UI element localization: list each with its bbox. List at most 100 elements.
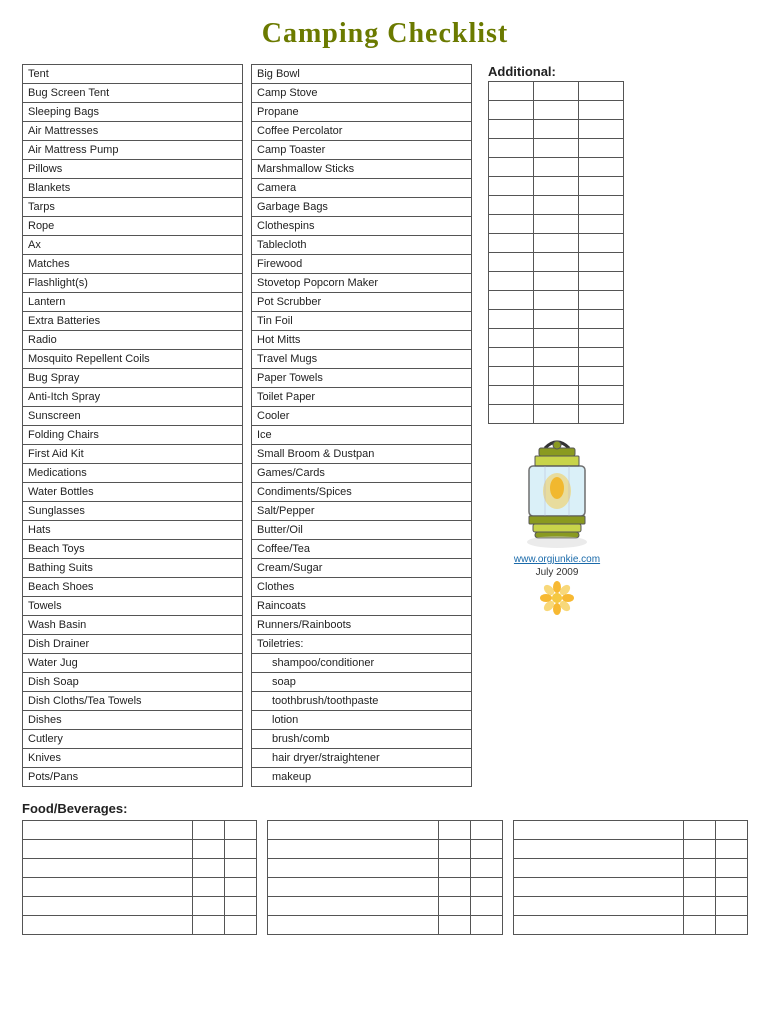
- additional-row: [489, 367, 624, 386]
- list-item: Bug Screen Tent: [23, 84, 243, 103]
- list-item: Small Broom & Dustpan: [252, 445, 472, 464]
- list-item: Camera: [252, 179, 472, 198]
- list-item: hair dryer/straightener: [252, 749, 472, 768]
- food-beverages-grid: [22, 820, 748, 935]
- list-item: Blankets: [23, 179, 243, 198]
- food-table-2: [267, 820, 502, 935]
- list-item: Beach Shoes: [23, 578, 243, 597]
- list-item: Coffee Percolator: [252, 122, 472, 141]
- list-item: Paper Towels: [252, 369, 472, 388]
- list-item: Wash Basin: [23, 616, 243, 635]
- list-item: Camp Stove: [252, 84, 472, 103]
- list-item: shampoo/conditioner: [252, 654, 472, 673]
- list-item: Toilet Paper: [252, 388, 472, 407]
- list-item: Tarps: [23, 198, 243, 217]
- list-item: Dishes: [23, 711, 243, 730]
- list-item: Knives: [23, 749, 243, 768]
- food-row: [268, 916, 502, 935]
- list-item: Games/Cards: [252, 464, 472, 483]
- list-item: Air Mattresses: [23, 122, 243, 141]
- list-item: Ax: [23, 236, 243, 255]
- additional-row: [489, 386, 624, 405]
- toiletries-label-row: Toiletries:: [252, 635, 472, 654]
- lantern-area: www.orgjunkie.com July 2009: [490, 430, 624, 616]
- lantern-icon: [507, 430, 607, 550]
- list-item: Sleeping Bags: [23, 103, 243, 122]
- website-link[interactable]: www.orgjunkie.com: [514, 554, 600, 565]
- additional-table: [488, 81, 624, 424]
- food-row: [23, 916, 257, 935]
- food-row: [23, 897, 257, 916]
- additional-row: [489, 253, 624, 272]
- list-item: Camp Toaster: [252, 141, 472, 160]
- additional-row: [489, 158, 624, 177]
- list-item: Folding Chairs: [23, 426, 243, 445]
- additional-row: [489, 272, 624, 291]
- list-item: Mosquito Repellent Coils: [23, 350, 243, 369]
- food-row: [23, 859, 257, 878]
- additional-row: [489, 101, 624, 120]
- list-item: Firewood: [252, 255, 472, 274]
- list-item: Travel Mugs: [252, 350, 472, 369]
- list-item: Ice: [252, 426, 472, 445]
- list-item: Towels: [23, 597, 243, 616]
- additional-row: [489, 291, 624, 310]
- food-row: [268, 840, 502, 859]
- list-item: Hot Mitts: [252, 331, 472, 350]
- list-item: Condiments/Spices: [252, 483, 472, 502]
- list-item: Lantern: [23, 293, 243, 312]
- list-item: Water Bottles: [23, 483, 243, 502]
- list-item: Bathing Suits: [23, 559, 243, 578]
- right-section: Additional:: [480, 64, 624, 616]
- list-item: Marshmallow Sticks: [252, 160, 472, 179]
- list-item: Sunscreen: [23, 407, 243, 426]
- main-grid: TentBug Screen TentSleeping BagsAir Matt…: [22, 64, 748, 787]
- page: Camping Checklist TentBug Screen TentSle…: [0, 0, 770, 953]
- list-item: Sunglasses: [23, 502, 243, 521]
- list-item: Tablecloth: [252, 236, 472, 255]
- list-item: Rope: [23, 217, 243, 236]
- list-item: First Aid Kit: [23, 445, 243, 464]
- col2-table: Big BowlCamp StovePropaneCoffee Percolat…: [251, 64, 472, 787]
- food-table-3: [513, 820, 748, 935]
- food-row: [268, 878, 502, 897]
- food-row: [513, 878, 747, 897]
- food-row: [23, 878, 257, 897]
- list-item: Garbage Bags: [252, 198, 472, 217]
- list-item: lotion: [252, 711, 472, 730]
- additional-row: [489, 215, 624, 234]
- additional-row: [489, 196, 624, 215]
- list-item: Tin Foil: [252, 312, 472, 331]
- list-item: Anti-Itch Spray: [23, 388, 243, 407]
- additional-row: [489, 348, 624, 367]
- list-item: Bug Spray: [23, 369, 243, 388]
- list-item: Pots/Pans: [23, 768, 243, 787]
- food-row: [513, 821, 747, 840]
- list-item: Radio: [23, 331, 243, 350]
- list-item: Cutlery: [23, 730, 243, 749]
- food-row: [513, 859, 747, 878]
- food-row: [268, 859, 502, 878]
- list-item: Dish Cloths/Tea Towels: [23, 692, 243, 711]
- list-item: Water Jug: [23, 654, 243, 673]
- col1-table: TentBug Screen TentSleeping BagsAir Matt…: [22, 64, 243, 787]
- list-item: Beach Toys: [23, 540, 243, 559]
- list-item: Big Bowl: [252, 65, 472, 84]
- list-item: Dish Drainer: [23, 635, 243, 654]
- page-title: Camping Checklist: [22, 18, 748, 50]
- additional-row: [489, 82, 624, 101]
- additional-row: [489, 329, 624, 348]
- list-item: Salt/Pepper: [252, 502, 472, 521]
- col2: Big BowlCamp StovePropaneCoffee Percolat…: [251, 64, 472, 787]
- list-item: Extra Batteries: [23, 312, 243, 331]
- list-item: Tent: [23, 65, 243, 84]
- list-item: Stovetop Popcorn Maker: [252, 274, 472, 293]
- food-row: [268, 897, 502, 916]
- list-item: brush/comb: [252, 730, 472, 749]
- list-item: Pot Scrubber: [252, 293, 472, 312]
- food-row: [268, 821, 502, 840]
- flower-icon: [539, 580, 575, 616]
- food-row: [23, 840, 257, 859]
- list-item: Raincoats: [252, 597, 472, 616]
- col1: TentBug Screen TentSleeping BagsAir Matt…: [22, 64, 243, 787]
